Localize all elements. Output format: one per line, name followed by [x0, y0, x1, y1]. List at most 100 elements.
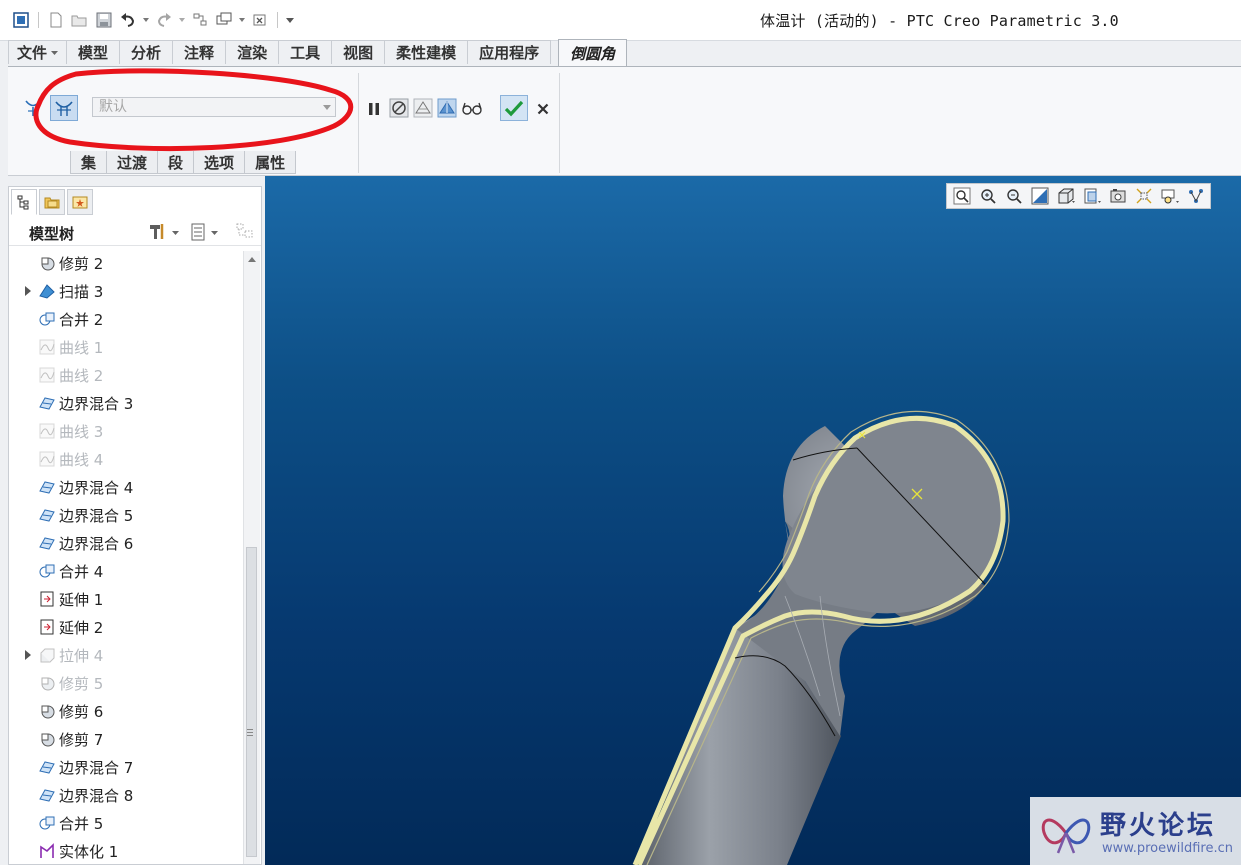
tree-item[interactable]: 合并 4 — [9, 557, 243, 585]
new-file-icon[interactable] — [45, 9, 67, 31]
set-type-dropdown[interactable]: 默认 — [92, 97, 336, 117]
tab-file[interactable]: 文件 — [8, 40, 68, 64]
app-menu-icon[interactable] — [10, 9, 32, 31]
customize-toolbar-icon[interactable] — [284, 9, 296, 31]
tree-item[interactable]: 边界混合 7 — [9, 753, 243, 781]
tree-item[interactable]: 修剪 6 — [9, 697, 243, 725]
tree-item[interactable]: 延伸 1 — [9, 585, 243, 613]
tree-item[interactable]: 修剪 2 — [9, 249, 243, 277]
tree-item-label: 边界混合 8 — [59, 787, 134, 805]
tree-item[interactable]: 边界混合 8 — [9, 781, 243, 809]
tree-item-label: 曲线 4 — [59, 451, 104, 469]
butterfly-logo-icon — [1041, 818, 1091, 854]
solidify-icon — [39, 843, 55, 859]
tree-item[interactable]: 边界混合 3 — [9, 389, 243, 417]
tree-item[interactable]: 曲线 1 — [9, 333, 243, 361]
tree-item[interactable]: 延伸 2 — [9, 613, 243, 641]
tree-item-label: 修剪 2 — [59, 255, 104, 273]
tree-item[interactable]: 修剪 7 — [9, 725, 243, 753]
tree-settings-icon[interactable] — [147, 222, 181, 246]
model-tree-icon — [17, 195, 29, 210]
tab-view[interactable]: 视图 — [331, 40, 386, 64]
windows-icon[interactable] — [213, 9, 235, 31]
glasses-preview-icon[interactable] — [460, 97, 484, 119]
scrollbar-grip-icon — [247, 729, 253, 730]
graphics-viewport[interactable]: 野火论坛 www.proewildfire.cn — [265, 176, 1241, 865]
ribbon-tabs: 文件 模型 分析 注释 渲染 工具 视图 柔性建模 应用程序 倒圆角 — [8, 39, 628, 66]
tree-item-label: 边界混合 4 — [59, 479, 134, 497]
tab-tools[interactable]: 工具 — [278, 40, 333, 64]
pause-icon[interactable] — [364, 99, 384, 119]
tree-filter-icon[interactable] — [235, 222, 257, 246]
tree-item[interactable]: 曲线 4 — [9, 445, 243, 473]
tab-model[interactable]: 模型 — [66, 40, 121, 64]
subtab-sets[interactable]: 集 — [70, 151, 108, 174]
expand-arrow-icon[interactable] — [25, 286, 31, 296]
close-window-icon[interactable] — [249, 9, 271, 31]
tab-flexible-modeling[interactable]: 柔性建模 — [384, 40, 469, 64]
extrude-icon — [39, 647, 55, 663]
no-preview-icon[interactable] — [388, 97, 410, 119]
cancel-button[interactable] — [534, 99, 552, 119]
tree-item[interactable]: 扫描 3 — [9, 277, 243, 305]
favorites-icon — [72, 196, 88, 209]
extend-icon — [39, 619, 55, 635]
tree-item[interactable]: 边界混合 4 — [9, 473, 243, 501]
model-tree-tab[interactable] — [11, 189, 37, 215]
watermark-title: 野火论坛 — [1100, 811, 1217, 841]
curve-icon — [39, 423, 55, 439]
set-type-value: 默认 — [99, 99, 127, 115]
tree-item[interactable]: 合并 2 — [9, 305, 243, 333]
forum-watermark: 野火论坛 www.proewildfire.cn — [1030, 797, 1241, 865]
scroll-up-arrow-icon[interactable] — [248, 257, 256, 262]
subtab-pieces[interactable]: 段 — [157, 151, 195, 174]
tree-item[interactable]: 曲线 3 — [9, 417, 243, 445]
undo-icon[interactable] — [117, 9, 139, 31]
tab-applications[interactable]: 应用程序 — [467, 40, 552, 64]
round-set-group: 默认 集 过渡 段 选项 属性 — [8, 67, 358, 175]
favorites-tab[interactable] — [67, 189, 93, 215]
open-file-icon[interactable] — [69, 9, 91, 31]
scrollbar-thumb[interactable] — [246, 547, 257, 857]
tree-item[interactable]: 拉伸 4 — [9, 641, 243, 669]
tree-item[interactable]: 边界混合 5 — [9, 501, 243, 529]
undo-dropdown-icon[interactable] — [141, 9, 151, 31]
boundary-blend-icon — [39, 395, 55, 411]
subtab-options[interactable]: 选项 — [193, 151, 246, 174]
tree-item[interactable]: 合并 5 — [9, 809, 243, 837]
window-title: 体温计 (活动的) - PTC Creo Parametric 3.0 — [760, 12, 1119, 30]
tree-scrollbar[interactable] — [243, 251, 260, 864]
subtab-transitions[interactable]: 过渡 — [106, 151, 159, 174]
verify-preview-icon[interactable] — [436, 97, 458, 119]
expand-arrow-icon[interactable] — [25, 650, 31, 660]
model-tree-header: 模型树 — [9, 219, 261, 246]
curve-icon — [39, 367, 55, 383]
subtab-properties[interactable]: 属性 — [244, 151, 297, 174]
tree-item[interactable]: 边界混合 6 — [9, 529, 243, 557]
tree-item-label: 边界混合 3 — [59, 395, 134, 413]
tab-render[interactable]: 渲染 — [225, 40, 280, 64]
windows-dropdown-icon[interactable] — [237, 9, 247, 31]
folder-browser-tab[interactable] — [39, 189, 65, 215]
tab-annotate[interactable]: 注释 — [172, 40, 227, 64]
regenerate-icon[interactable] — [189, 9, 211, 31]
tab-round[interactable]: 倒圆角 — [558, 39, 628, 66]
tab-analysis[interactable]: 分析 — [119, 40, 174, 64]
tree-item[interactable]: 实体化 1 — [9, 837, 243, 865]
tree-item[interactable]: 曲线 2 — [9, 361, 243, 389]
navigator-tabs — [11, 189, 93, 215]
sweep-icon — [39, 283, 55, 299]
redo-icon[interactable] — [153, 9, 175, 31]
tree-item-label: 曲线 3 — [59, 423, 104, 441]
ok-button[interactable] — [500, 95, 528, 121]
trim-icon — [39, 703, 55, 719]
title-bar: 体温计 (活动的) - PTC Creo Parametric 3.0 — [0, 0, 1241, 41]
constant-round-mode-icon[interactable] — [22, 97, 44, 119]
separate-preview-icon[interactable] — [412, 97, 434, 119]
redo-dropdown-icon[interactable] — [177, 9, 187, 31]
tree-item[interactable]: 修剪 5 — [9, 669, 243, 697]
thermometer-model[interactable] — [265, 176, 1241, 865]
set-mode-icon[interactable] — [50, 95, 78, 121]
save-icon[interactable] — [93, 9, 115, 31]
tree-show-icon[interactable] — [189, 222, 223, 246]
